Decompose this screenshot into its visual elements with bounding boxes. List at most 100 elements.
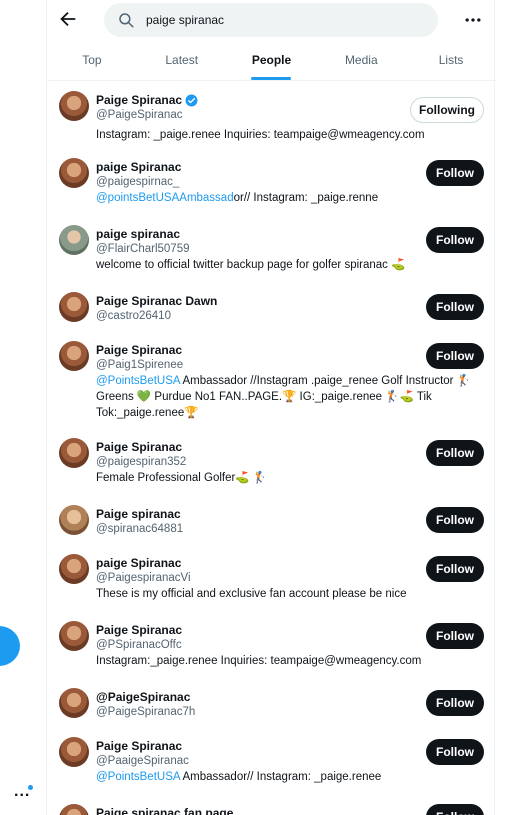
user-bio: Instagram: _paige.renee Inquiries: teamp… (96, 127, 481, 143)
bio-mention-link[interactable]: @PointsBetUSA (96, 771, 180, 783)
tab-top[interactable]: Top (47, 40, 137, 80)
user-name-line[interactable]: Paige Spiranac (96, 93, 198, 107)
user-name: paige spiranac (96, 227, 181, 241)
follow-button[interactable]: Follow (426, 294, 484, 320)
user-cell[interactable]: Paige Spiranac Dawn @castro26410 Follow (47, 286, 496, 330)
user-name-line[interactable]: Paige Spiranac (96, 343, 182, 357)
user-name-line[interactable]: Paige spiranac (96, 507, 181, 521)
more-options-button[interactable] (463, 10, 483, 30)
user-cell[interactable]: Paige Spiranac @PaaigeSpiranac @PointsBe… (47, 731, 496, 793)
follow-button[interactable]: Follow (426, 507, 484, 533)
user-name: paige Spiranac (96, 556, 182, 570)
avatar[interactable] (59, 804, 89, 815)
avatar[interactable] (59, 505, 89, 535)
user-cell[interactable]: Paige spiranac @spiranac64881 Follow (47, 499, 496, 543)
post-compose-button[interactable] (0, 626, 20, 666)
user-handle: @FlairCharl50759 (96, 243, 190, 255)
tab-label: Lists (438, 53, 464, 67)
user-bio: @pointsBetUSAAmbassador// Instagram: _pa… (96, 190, 481, 206)
avatar[interactable] (59, 91, 89, 121)
bio-mention-link[interactable]: @pointsBetUSAAmbassad (96, 192, 234, 204)
avatar[interactable] (59, 688, 89, 718)
user-name: Paige Spiranac (96, 343, 183, 357)
tab-media[interactable]: Media (316, 40, 406, 80)
user-handle: @PSpiranacOffc (96, 639, 182, 651)
follow-button[interactable]: Follow (426, 804, 484, 815)
follow-button[interactable]: Follow (426, 227, 484, 253)
bio-text: These is my official and exclusive fan a… (96, 588, 407, 600)
user-cell[interactable]: Paige Spiranac @paigespiran352 Female Pr… (47, 432, 496, 494)
tab-label: Top (82, 53, 102, 67)
user-name: Paige Spiranac (96, 739, 183, 753)
bio-text: Instagram: _paige.renee Inquiries: teamp… (96, 129, 425, 141)
user-bio: Female Professional Golfer⛳ 🏌 (96, 470, 481, 486)
user-cell[interactable]: Paige spiranac fan page Follow (47, 798, 496, 815)
user-bio: @PointsBetUSA Ambassador// Instagram: _p… (96, 769, 481, 785)
user-cell[interactable]: Paige Spiranac @Paig1Spirenee @PointsBet… (47, 335, 496, 427)
user-name-line[interactable]: @PaigeSpiranac (96, 690, 190, 704)
bio-text: or// Instagram: _paige.renne (233, 192, 379, 204)
avatar[interactable] (59, 341, 89, 371)
user-cell[interactable]: paige Spiranac @PaigespiranacVi These is… (47, 548, 496, 610)
more-horizontal-icon (465, 18, 481, 22)
user-name: paige Spiranac (96, 160, 182, 174)
user-cell[interactable]: paige Spiranac @paigespirnac_ @pointsBet… (47, 152, 496, 214)
user-name-line[interactable]: Paige Spiranac (96, 623, 182, 637)
user-handle: @PaaigeSpiranac (96, 755, 189, 767)
left-rail: ... (0, 0, 46, 815)
tab-latest[interactable]: Latest (137, 40, 227, 80)
bio-text: Instagram:_paige.renee Inquiries: teampa… (96, 655, 422, 667)
active-tab-indicator (251, 77, 292, 80)
user-name-line[interactable]: Paige spiranac fan page (96, 806, 233, 815)
bio-text: Ambassador// Instagram: _paige.renee (179, 771, 382, 783)
follow-button[interactable]: Follow (426, 623, 484, 649)
user-name: @PaigeSpiranac (96, 690, 191, 704)
avatar[interactable] (59, 438, 89, 468)
avatar[interactable] (59, 554, 89, 584)
search-input[interactable] (146, 3, 416, 37)
user-handle: @PaigespiranacVi (96, 572, 191, 584)
follow-button[interactable]: Follow (426, 690, 484, 716)
avatar[interactable] (59, 292, 89, 322)
user-bio: welcome to official twitter backup page … (96, 257, 481, 273)
user-name: Paige Spiranac (96, 440, 183, 454)
avatar[interactable] (59, 158, 89, 188)
bio-mention-link[interactable]: @PointsBetUSA (96, 375, 180, 387)
following-button[interactable]: Following (410, 97, 484, 123)
user-name-line[interactable]: paige Spiranac (96, 556, 181, 570)
user-cell[interactable]: @PaigeSpiranac @PaigeSpiranac7h Follow (47, 682, 496, 726)
user-cell[interactable]: Paige Spiranac @PSpiranacOffc Instagram:… (47, 615, 496, 677)
user-cell[interactable]: Paige Spiranac @PaigeSpiranac Instagram:… (47, 85, 496, 147)
user-name: Paige spiranac (96, 507, 181, 521)
back-button[interactable] (57, 8, 79, 30)
user-name-line[interactable]: Paige Spiranac (96, 739, 182, 753)
user-name-line[interactable]: Paige Spiranac Dawn (96, 294, 217, 308)
follow-button[interactable]: Follow (426, 343, 484, 369)
user-name-line[interactable]: paige Spiranac (96, 160, 181, 174)
tab-label: Media (344, 53, 378, 67)
tab-people[interactable]: People (227, 40, 317, 80)
user-handle: @spiranac64881 (96, 523, 184, 535)
search-header (47, 0, 496, 40)
avatar[interactable] (59, 621, 89, 651)
user-name-line[interactable]: paige spiranac (96, 227, 180, 241)
user-handle: @paigespiran352 (96, 456, 187, 468)
user-handle: @castro26410 (96, 310, 171, 322)
user-cell[interactable]: paige spiranac @FlairCharl50759 welcome … (47, 219, 496, 281)
avatar[interactable] (59, 737, 89, 767)
user-bio: @PointsBetUSA Ambassador //Instagram .pa… (96, 373, 481, 421)
search-box[interactable] (104, 3, 438, 37)
follow-button[interactable]: Follow (426, 440, 484, 466)
tab-lists[interactable]: Lists (406, 40, 496, 80)
user-handle: @paigespirnac_ (96, 176, 180, 188)
follow-button[interactable]: Follow (426, 556, 484, 582)
user-bio: These is my official and exclusive fan a… (96, 586, 481, 602)
bio-text: Female Professional Golfer⛳ 🏌 (96, 472, 268, 484)
user-name: Paige spiranac fan page (96, 806, 234, 815)
arrow-left-icon (60, 11, 76, 27)
follow-button[interactable]: Follow (426, 739, 484, 765)
avatar[interactable] (59, 225, 89, 255)
search-icon (119, 13, 134, 28)
follow-button[interactable]: Follow (426, 160, 484, 186)
user-name-line[interactable]: Paige Spiranac (96, 440, 182, 454)
